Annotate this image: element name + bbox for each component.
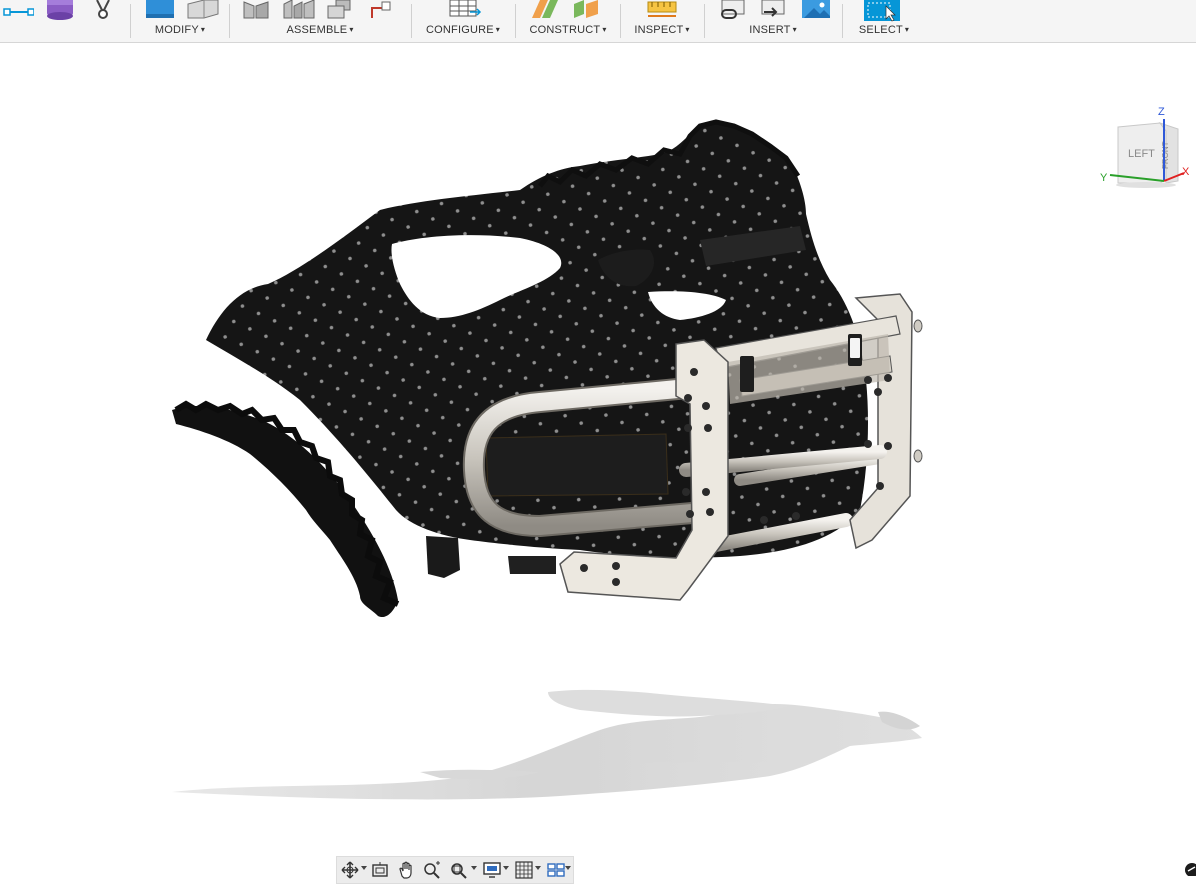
toolbar-separator bbox=[411, 4, 412, 38]
pan-icon[interactable] bbox=[397, 860, 415, 880]
construct-menu[interactable]: CONSTRUCT ▾ bbox=[518, 24, 618, 36]
x-axis-label: X bbox=[1182, 166, 1190, 178]
modify-menu[interactable]: MODIFY ▾ bbox=[134, 24, 226, 36]
joint-icon[interactable] bbox=[282, 0, 318, 20]
thread-icon[interactable] bbox=[92, 0, 114, 20]
inspect-group: INSPECT ▾ bbox=[624, 0, 700, 42]
insert-derive-icon[interactable] bbox=[718, 0, 748, 20]
grid-dropdown[interactable] bbox=[535, 866, 541, 870]
assemble-menu[interactable]: ASSEMBLE ▾ bbox=[232, 24, 408, 36]
select-group: SELECT ▾ bbox=[846, 0, 922, 42]
view-cube-left-face[interactable]: LEFT bbox=[1128, 148, 1155, 160]
viewports-dropdown[interactable] bbox=[565, 866, 571, 870]
configure-menu[interactable]: CONFIGURE ▾ bbox=[414, 24, 512, 36]
toolbar-separator bbox=[229, 4, 230, 38]
toolbar-separator bbox=[620, 4, 621, 38]
insert-mesh-icon[interactable] bbox=[758, 0, 788, 20]
zoom-icon[interactable] bbox=[423, 860, 441, 880]
new-component-icon[interactable] bbox=[240, 0, 272, 20]
grid-icon[interactable] bbox=[515, 860, 533, 880]
cylinder-icon[interactable] bbox=[44, 0, 76, 20]
plane-at-angle-icon[interactable] bbox=[570, 0, 604, 20]
zoom-dropdown[interactable] bbox=[471, 866, 477, 870]
navigation-bar bbox=[336, 856, 574, 884]
y-axis-label: Y bbox=[1100, 172, 1108, 184]
display-settings-dropdown[interactable] bbox=[503, 866, 509, 870]
fit-icon[interactable] bbox=[449, 860, 467, 880]
select-window-icon[interactable] bbox=[862, 0, 902, 22]
insert-menu[interactable]: INSERT ▾ bbox=[708, 24, 838, 36]
configure-table-icon[interactable] bbox=[448, 0, 482, 20]
viewports-icon[interactable] bbox=[547, 860, 565, 880]
look-at-icon[interactable] bbox=[371, 860, 389, 880]
insert-canvas-icon[interactable] bbox=[800, 0, 832, 20]
inspect-menu[interactable]: INSPECT ▾ bbox=[624, 24, 700, 36]
press-pull-icon[interactable] bbox=[144, 0, 178, 20]
orbit-icon[interactable] bbox=[341, 860, 359, 880]
as-built-joint-icon[interactable] bbox=[326, 0, 354, 20]
model-scene[interactable] bbox=[0, 43, 1196, 890]
3d-viewport[interactable]: LEFT FRONT Z Y X bbox=[0, 43, 1196, 890]
model-shadow bbox=[172, 689, 922, 800]
offset-plane-icon[interactable] bbox=[528, 0, 562, 20]
configure-group: CONFIGURE ▾ bbox=[414, 0, 512, 42]
toolbar: MODIFY ▾ ASSEMBLE ▾ CONFIGURE ▾ CONSTRUC… bbox=[0, 0, 1196, 43]
toolbar-separator bbox=[704, 4, 705, 38]
fillet-icon[interactable] bbox=[186, 0, 220, 20]
z-axis-label: Z bbox=[1158, 106, 1165, 118]
select-menu[interactable]: SELECT ▾ bbox=[846, 24, 922, 36]
comments-icon[interactable] bbox=[1184, 862, 1196, 877]
display-settings-icon[interactable] bbox=[483, 860, 501, 880]
toolbar-separator bbox=[515, 4, 516, 38]
insert-group: INSERT ▾ bbox=[708, 0, 838, 42]
view-cube[interactable]: LEFT FRONT Z Y X bbox=[1098, 103, 1192, 189]
orbit-dropdown[interactable] bbox=[361, 866, 367, 870]
joint-origin-icon[interactable] bbox=[368, 0, 392, 20]
toolbar-separator bbox=[842, 4, 843, 38]
assemble-group: ASSEMBLE ▾ bbox=[232, 0, 408, 42]
construct-group: CONSTRUCT ▾ bbox=[518, 0, 618, 42]
view-cube-front-face[interactable]: FRONT bbox=[1161, 141, 1170, 169]
modify-group: MODIFY ▾ bbox=[134, 0, 226, 42]
toolbar-separator bbox=[130, 4, 131, 38]
sketch-line-icon[interactable] bbox=[2, 0, 35, 20]
measure-icon[interactable] bbox=[646, 0, 680, 20]
